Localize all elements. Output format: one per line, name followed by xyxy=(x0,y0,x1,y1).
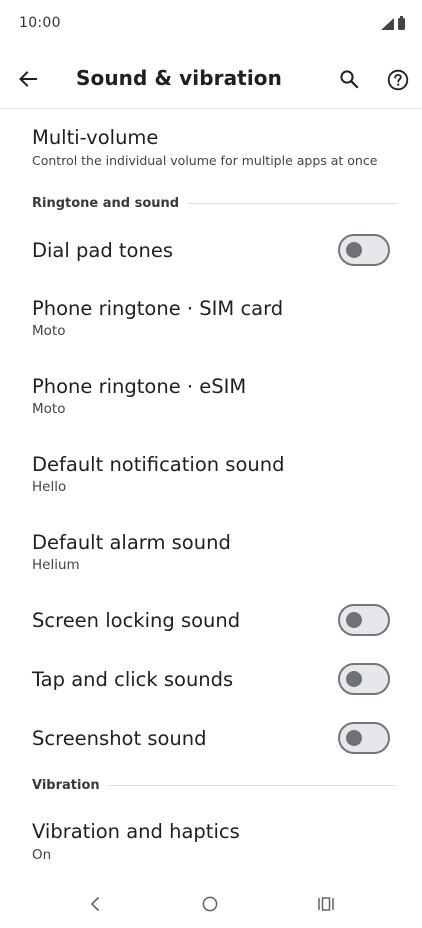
setting-summary: Moto xyxy=(32,323,66,339)
category-vibration: Vibration xyxy=(32,775,397,795)
search-icon xyxy=(340,70,359,89)
page-title: Sound & vibration xyxy=(76,66,282,90)
search-button[interactable] xyxy=(336,66,362,92)
setting-vibration-and-haptics[interactable]: Vibration and haptics On xyxy=(0,810,422,870)
navigation-bar xyxy=(0,880,422,928)
status-time: 10:00 xyxy=(19,15,61,31)
setting-screen-locking-sound[interactable]: Screen locking sound xyxy=(0,594,422,648)
arrow-back-icon xyxy=(19,71,37,87)
nav-back-icon xyxy=(90,896,100,912)
app-bar: Sound & vibration xyxy=(0,46,422,109)
switch-knob xyxy=(346,612,362,628)
cell-signal-icon xyxy=(381,18,394,30)
setting-title: Screen locking sound xyxy=(32,609,241,632)
setting-default-notification-sound[interactable]: Default notification sound Hello xyxy=(0,442,422,508)
category-divider xyxy=(188,202,397,204)
status-bar: 10:00 xyxy=(0,0,422,46)
setting-default-alarm-sound[interactable]: Default alarm sound Helium xyxy=(0,520,422,586)
setting-summary: On xyxy=(32,847,52,863)
setting-title: Vibration and haptics xyxy=(32,820,240,843)
setting-title: Tap and click sounds xyxy=(32,668,234,691)
nav-home-icon xyxy=(202,896,218,912)
setting-title: Default alarm sound xyxy=(32,531,231,554)
help-button[interactable] xyxy=(384,66,412,94)
setting-summary: Control the individual volume for multip… xyxy=(32,153,378,168)
back-button[interactable] xyxy=(14,65,42,93)
nav-recents-button[interactable] xyxy=(317,896,335,912)
nav-home-button[interactable] xyxy=(202,896,218,912)
setting-title: Multi-volume xyxy=(32,126,159,149)
setting-phone-ringtone-esim[interactable]: Phone ringtone · eSIM Moto xyxy=(0,364,422,430)
switch-knob xyxy=(346,671,362,687)
switch-knob xyxy=(346,730,362,746)
category-label: Ringtone and sound xyxy=(32,195,180,211)
category-label: Vibration xyxy=(32,777,100,793)
setting-title: Dial pad tones xyxy=(32,239,173,262)
tap-and-click-sounds-switch[interactable] xyxy=(338,663,390,695)
setting-multi-volume[interactable]: Multi-volume Control the individual volu… xyxy=(0,116,422,182)
battery-icon xyxy=(398,16,405,30)
setting-dial-pad-tones[interactable]: Dial pad tones xyxy=(0,224,422,278)
setting-tap-and-click-sounds[interactable]: Tap and click sounds xyxy=(0,653,422,707)
status-icons xyxy=(381,16,405,30)
screen-locking-sound-switch[interactable] xyxy=(338,604,390,636)
dial-pad-tones-switch[interactable] xyxy=(338,234,390,266)
setting-summary: Moto xyxy=(32,401,66,417)
setting-summary: Helium xyxy=(32,557,80,573)
category-divider xyxy=(108,784,397,786)
setting-summary: Hello xyxy=(32,479,67,495)
help-circle-icon xyxy=(387,69,409,91)
setting-title: Phone ringtone · eSIM xyxy=(32,375,247,398)
category-ringtone-and-sound: Ringtone and sound xyxy=(32,193,397,213)
setting-screenshot-sound[interactable]: Screenshot sound xyxy=(0,712,422,766)
setting-title: Default notification sound xyxy=(32,453,285,476)
nav-back-button[interactable] xyxy=(87,894,103,914)
setting-title: Phone ringtone · SIM card xyxy=(32,297,284,320)
nav-recents-icon xyxy=(318,897,334,911)
screenshot-sound-switch[interactable] xyxy=(338,722,390,754)
setting-phone-ringtone-sim[interactable]: Phone ringtone · SIM card Moto xyxy=(0,286,422,352)
setting-title: Screenshot sound xyxy=(32,727,207,750)
switch-knob xyxy=(346,242,362,258)
